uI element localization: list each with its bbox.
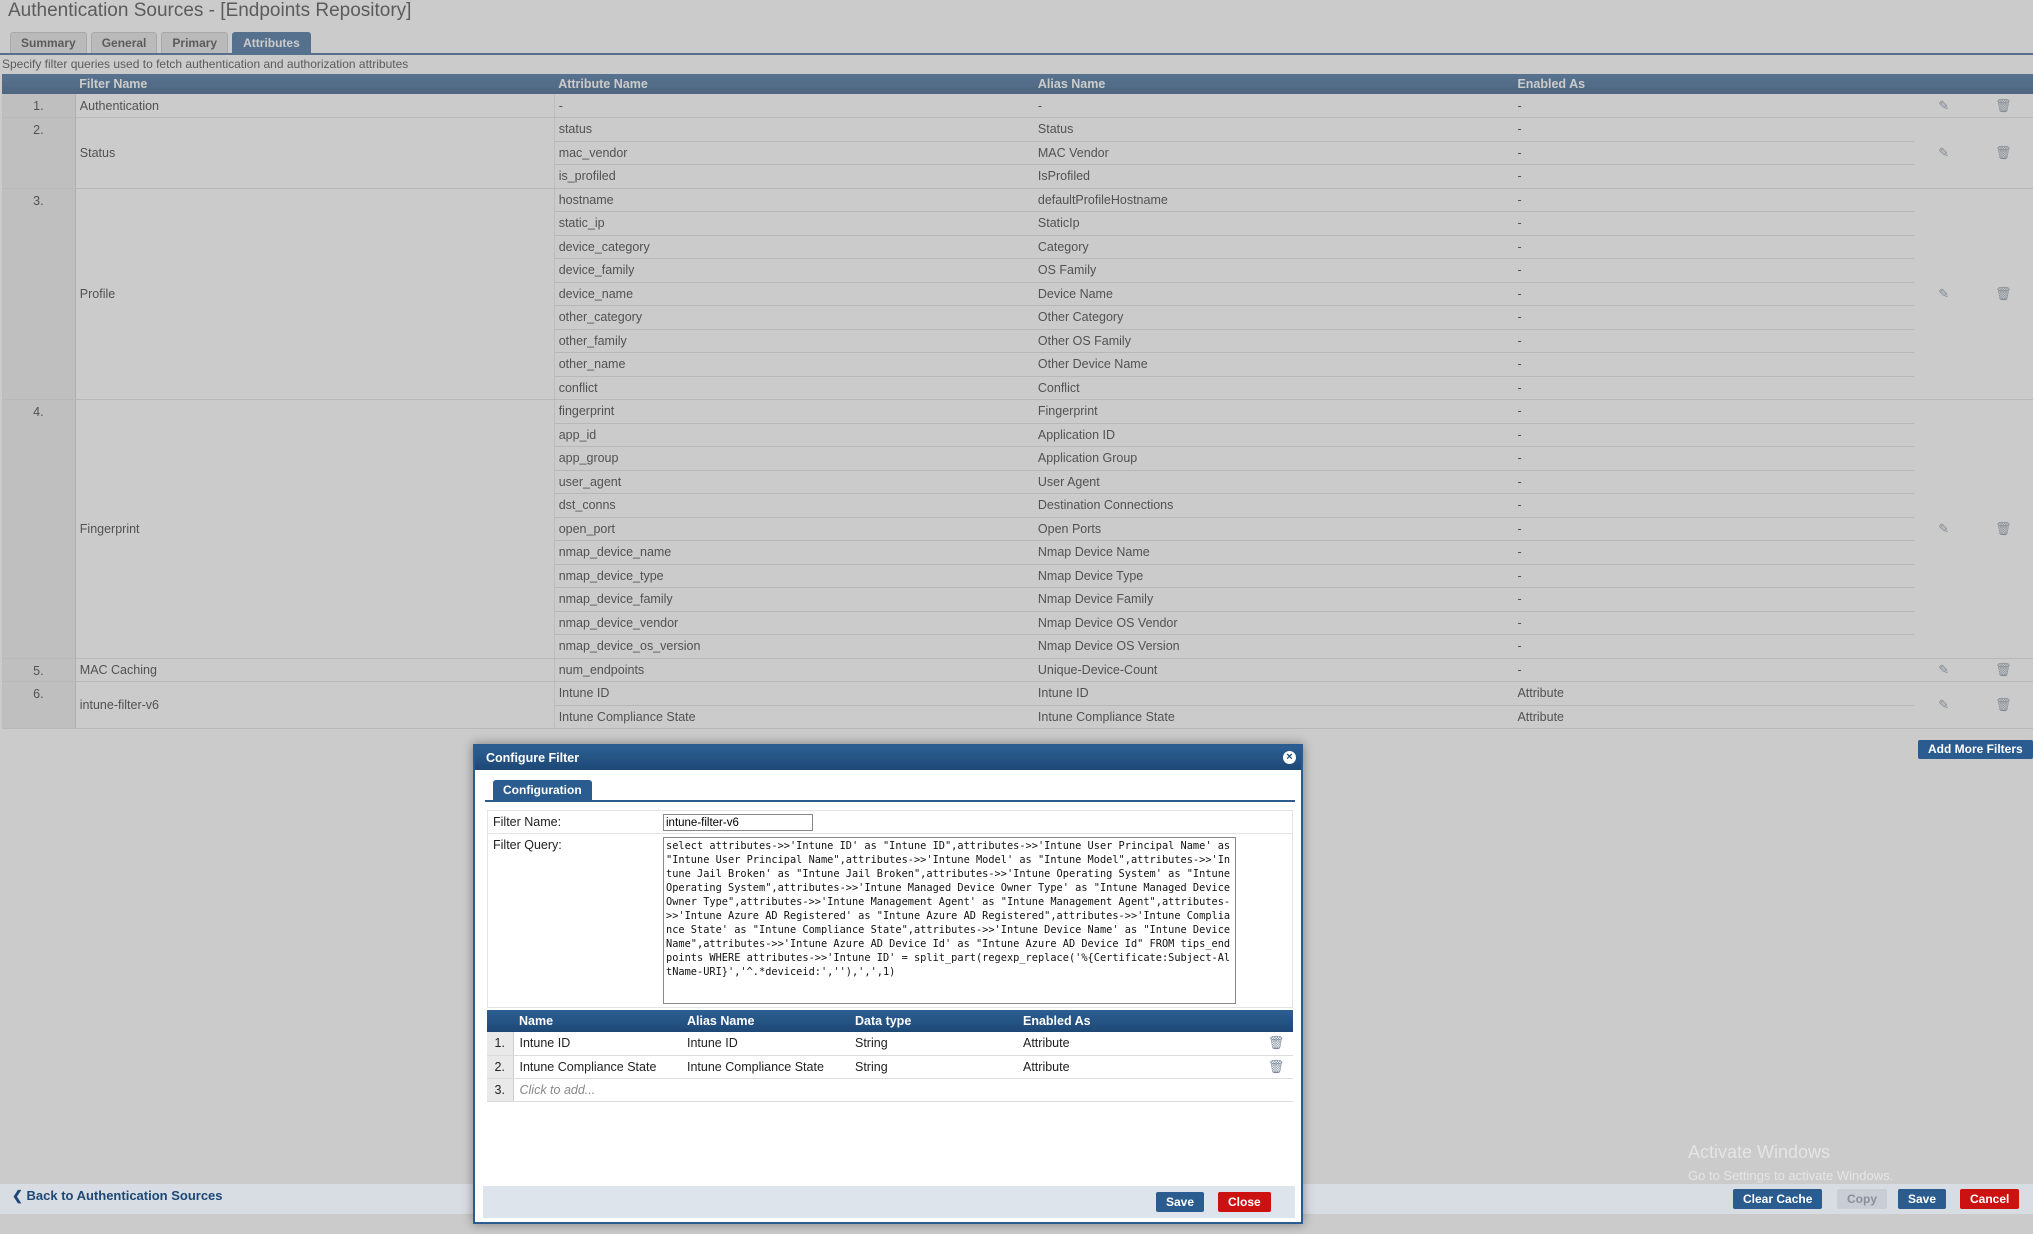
- grid-add-row[interactable]: 3. Click to add...: [487, 1078, 1293, 1102]
- grid-cell-alias[interactable]: Intune Compliance State: [681, 1055, 849, 1079]
- filter-query-textarea[interactable]: select attributes->>'Intune ID' as "Intu…: [663, 837, 1236, 1004]
- back-to-auth-sources-link[interactable]: ❮ Back to Authentication Sources: [12, 1188, 223, 1204]
- add-more-filters-button[interactable]: Add More Filters: [1918, 740, 2033, 759]
- filter-name-input[interactable]: [663, 814, 813, 831]
- filter-query-label: Filter Query:: [493, 838, 562, 852]
- grid-row[interactable]: 1. Intune ID Intune ID String Attribute …: [487, 1032, 1293, 1056]
- grid-cell-enabled[interactable]: Attribute: [1017, 1055, 1253, 1079]
- trash-icon[interactable]: 🗑: [1253, 1055, 1293, 1079]
- grid-cell-alias[interactable]: Intune ID: [681, 1032, 849, 1056]
- filter-name-row: Filter Name:: [487, 810, 1293, 834]
- page: Authentication Sources - [Endpoints Repo…: [0, 0, 2033, 1234]
- grid-header-alias: Alias Name: [681, 1010, 849, 1032]
- dialog-title: Configure Filter: [486, 751, 580, 765]
- click-to-add[interactable]: Click to add...: [513, 1078, 1293, 1102]
- grid-header-enabled-as: Enabled As: [1017, 1010, 1253, 1032]
- grid-header-num: [487, 1010, 513, 1032]
- close-icon[interactable]: ×: [1283, 751, 1296, 764]
- grid-header-actions: [1253, 1010, 1293, 1032]
- grid-row-num: 2.: [487, 1055, 514, 1079]
- dialog-save-button[interactable]: Save: [1156, 1192, 1205, 1212]
- filter-name-label: Filter Name:: [493, 815, 562, 829]
- attribute-grid: Name Alias Name Data type Enabled As 1. …: [487, 1010, 1293, 1102]
- clear-cache-button[interactable]: Clear Cache: [1733, 1189, 1823, 1209]
- windows-watermark-subtitle: Go to Settings to activate Windows.: [1688, 1168, 1894, 1183]
- windows-watermark-title: Activate Windows: [1688, 1142, 1831, 1162]
- dialog-close-button[interactable]: Close: [1218, 1192, 1271, 1212]
- dialog-footer: Save Close: [483, 1186, 1295, 1218]
- grid-cell-name[interactable]: Intune ID: [513, 1032, 681, 1056]
- chevron-left-icon: ❮: [12, 1188, 27, 1203]
- grid-cell-type[interactable]: String: [849, 1032, 1017, 1056]
- tab-configuration[interactable]: Configuration: [493, 780, 592, 800]
- back-link-label: Back to Authentication Sources: [26, 1188, 223, 1203]
- filter-query-row: Filter Query: select attributes->>'Intun…: [487, 834, 1293, 1008]
- grid-header-data-type: Data type: [849, 1010, 1017, 1032]
- save-button[interactable]: Save: [1898, 1189, 1947, 1209]
- configure-filter-dialog: Configure Filter × Configuration Filter …: [473, 744, 1303, 1224]
- grid-header-name: Name: [513, 1010, 681, 1032]
- trash-icon[interactable]: 🗑: [1253, 1032, 1293, 1056]
- grid-row-num: 1.: [487, 1032, 514, 1056]
- grid-cell-type[interactable]: String: [849, 1055, 1017, 1079]
- copy-button[interactable]: Copy: [1837, 1189, 1887, 1209]
- dialog-tab-underline: [485, 800, 1295, 802]
- grid-row-num: 3.: [487, 1078, 514, 1102]
- dialog-header: Configure Filter ×: [475, 746, 1301, 770]
- grid-row[interactable]: 2. Intune Compliance State Intune Compli…: [487, 1055, 1293, 1079]
- cancel-button[interactable]: Cancel: [1960, 1189, 2020, 1209]
- attribute-grid-header: Name Alias Name Data type Enabled As: [487, 1010, 1293, 1032]
- grid-cell-enabled[interactable]: Attribute: [1017, 1032, 1253, 1056]
- grid-cell-name[interactable]: Intune Compliance State: [513, 1055, 681, 1079]
